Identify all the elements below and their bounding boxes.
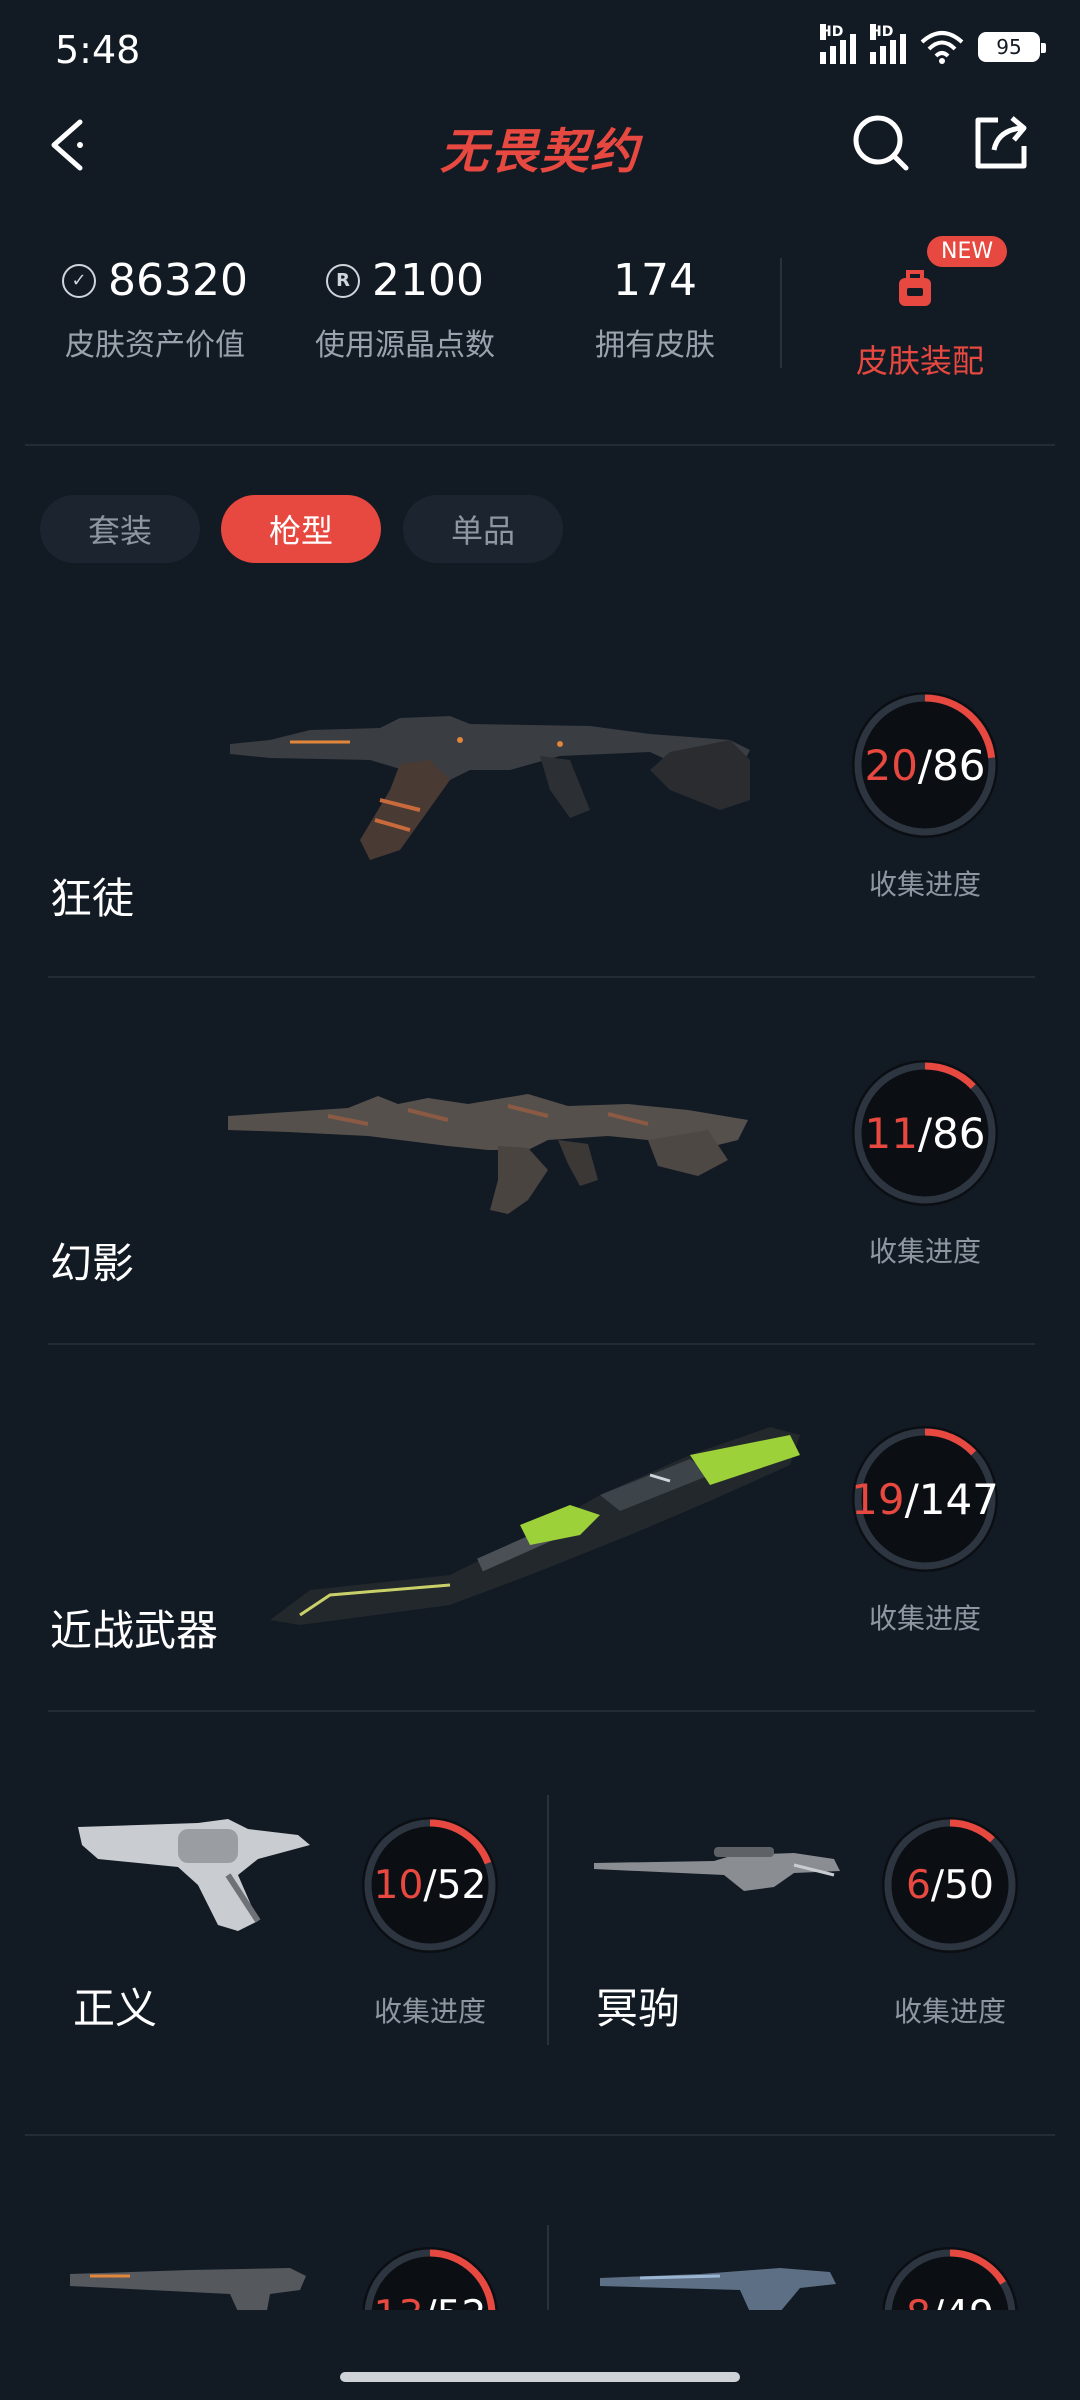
progress-total: 147: [918, 1474, 999, 1524]
radianite-icon: R: [326, 263, 360, 298]
backpack-icon: [899, 270, 931, 306]
progress-total: 49: [944, 2293, 994, 2311]
collection-progress-ring-sheriff: 10/52: [360, 1815, 500, 1955]
collection-progress-label-melee: 收集进度: [868, 1602, 981, 1635]
weapon-row-partial: 13/52 8/49: [0, 2140, 1080, 2310]
progress-separator: /: [931, 2293, 944, 2311]
stats-divider: [780, 258, 782, 368]
weapon-name-melee: 近战武器: [50, 1606, 219, 1655]
marshal-skin-image: [594, 1847, 840, 1891]
progress-total: 52: [436, 1862, 487, 1908]
collection-progress-ring-partial-left: 13/52: [360, 2245, 500, 2310]
progress-separator: /: [423, 1862, 437, 1908]
card-divider: [547, 2225, 549, 2310]
progress-current: 11: [864, 1108, 918, 1158]
collection-progress-label-vandal: 收集进度: [868, 868, 981, 901]
stat-asset-value-number: 86320: [108, 255, 248, 306]
stat-radianite: R 2100 使用源晶点数: [290, 255, 520, 364]
progress-separator: /: [917, 1108, 933, 1158]
progress-separator: /: [904, 1474, 919, 1524]
progress-count: 8/49: [880, 2245, 1020, 2311]
spectre-skin-image: [600, 2268, 836, 2310]
status-time: 5:48: [55, 28, 141, 72]
skin-equip-label: 皮肤装配: [855, 342, 984, 380]
tab-single[interactable]: 单品: [403, 495, 563, 563]
progress-total: 50: [944, 1862, 994, 1908]
brand-logo: 无畏契约: [439, 124, 640, 180]
weapon-name-phantom: 幻影: [50, 1239, 135, 1288]
row-divider: [48, 1710, 1035, 1712]
home-indicator[interactable]: [340, 2372, 740, 2382]
search-icon[interactable]: [850, 112, 912, 174]
progress-count: 19/147: [850, 1424, 1000, 1574]
weapon-name-marshal: 冥驹: [596, 1984, 681, 2033]
collection-progress-label-sheriff: 收集进度: [373, 1995, 486, 2028]
progress-current: 6: [905, 1862, 931, 1908]
new-badge: NEW: [927, 236, 1008, 267]
stat-radianite-number: 2100: [372, 255, 484, 306]
stat-owned-skins-number: 174: [613, 255, 697, 306]
progress-current: 8: [906, 2293, 931, 2311]
stats-bottom-divider: [25, 444, 1055, 446]
stat-owned-skins-label: 拥有皮肤: [595, 328, 715, 363]
vandal-skin-image: [230, 716, 750, 860]
valorant-points-icon: ✓: [62, 263, 96, 298]
stat-radianite-label: 使用源晶点数: [315, 328, 495, 363]
progress-count: 6/50: [880, 1815, 1020, 1955]
progress-count: 13/52: [360, 2245, 500, 2311]
progress-total: 52: [437, 2293, 487, 2311]
cell-signal-icon: HD: [820, 24, 856, 64]
progress-total: 86: [932, 1108, 986, 1158]
progress-separator: /: [930, 1862, 945, 1908]
progress-current: 19: [851, 1474, 905, 1524]
collection-progress-ring-partial-right: 8/49: [880, 2245, 1020, 2310]
progress-total: 86: [932, 740, 986, 790]
wifi-icon: [920, 31, 964, 64]
progress-current: 20: [864, 740, 918, 790]
row-divider: [48, 1343, 1035, 1345]
weapon-name-vandal: 狂徒: [50, 874, 135, 923]
melee-skin-image: [270, 1427, 800, 1625]
card-divider: [547, 1795, 549, 2045]
row-divider: [25, 2134, 1055, 2136]
progress-separator: /: [917, 740, 933, 790]
stat-asset-value-label: 皮肤资产价值: [65, 328, 245, 363]
status-icons: HD HD 95: [820, 24, 1046, 64]
phantom-skin-image: [228, 1094, 748, 1214]
tab-set[interactable]: 套装: [40, 495, 200, 563]
progress-current: 10: [373, 1862, 424, 1908]
tab-gun-type[interactable]: 枪型: [221, 495, 381, 563]
sheriff-skin-image: [78, 1819, 310, 1931]
progress-separator: /: [423, 2293, 436, 2311]
collection-progress-ring-vandal: 20/86: [850, 690, 1000, 840]
stat-owned-skins: 174 拥有皮肤: [540, 255, 770, 364]
collection-progress-ring-phantom: 11/86: [850, 1058, 1000, 1208]
share-icon[interactable]: [970, 112, 1032, 174]
battery-level: 95: [996, 35, 1022, 59]
weapon-name-sheriff: 正义: [73, 1984, 158, 2033]
collection-progress-ring-marshal: 6/50: [880, 1815, 1020, 1955]
collection-progress-label-phantom: 收集进度: [868, 1235, 981, 1268]
progress-count: 20/86: [850, 690, 1000, 840]
progress-current: 13: [374, 2293, 424, 2311]
cell-signal-icon-2: HD: [870, 24, 906, 64]
stat-asset-value: ✓ 86320 皮肤资产价值: [40, 255, 270, 364]
collection-progress-label-marshal: 收集进度: [893, 1995, 1006, 2028]
progress-count: 11/86: [850, 1058, 1000, 1208]
collection-progress-ring-melee: 19/147: [850, 1424, 1000, 1574]
row-divider: [48, 976, 1035, 978]
progress-count: 10/52: [360, 1815, 500, 1955]
ghost-skin-image: [70, 2268, 306, 2310]
battery-icon: 95: [978, 32, 1046, 62]
